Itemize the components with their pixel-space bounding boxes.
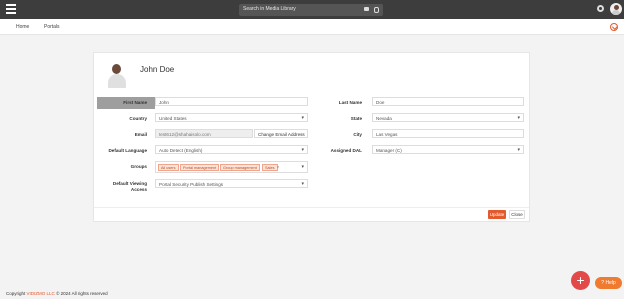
city-field[interactable]: Las Vegas — [372, 129, 524, 138]
microphone-icon[interactable] — [374, 7, 379, 13]
default-viewing-select[interactable]: Portal Security Publish Settings — [155, 179, 308, 188]
user-avatar[interactable] — [610, 3, 622, 15]
question-icon: ? — [601, 280, 605, 286]
top-bar: Search in Media Library — [0, 0, 624, 19]
chevron-down-icon[interactable]: ▾ — [301, 164, 304, 170]
footer-divider — [94, 207, 529, 208]
group-tag[interactable]: Group management — [220, 164, 260, 171]
help-button[interactable]: ? Help — [595, 277, 622, 289]
last-name-label: Last Name — [338, 100, 362, 105]
nav-home-link[interactable]: Home — [16, 24, 29, 30]
assigned-dal-label: Assigned DAL — [330, 148, 362, 153]
update-button[interactable]: Update — [488, 210, 506, 219]
chevron-down-icon[interactable] — [610, 23, 618, 31]
default-viewing-label: Default Viewing — [112, 181, 147, 186]
default-language-label: Default Language — [108, 148, 147, 153]
profile-card: John Doe First Name John Country United … — [93, 52, 530, 222]
email-label: Email — [134, 132, 147, 137]
default-language-select[interactable]: Auto Detect (English) — [155, 145, 308, 154]
change-email-button[interactable]: Change Email Address — [254, 129, 308, 138]
last-name-field[interactable]: Doe — [372, 97, 524, 106]
first-name-field[interactable]: John — [155, 97, 308, 106]
help-label: Help — [605, 280, 616, 286]
state-label: State — [350, 116, 362, 121]
city-label: City — [353, 132, 362, 137]
groups-multiselect[interactable]: All users Portal management Group manage… — [155, 161, 308, 173]
add-fab-button[interactable]: + — [571, 271, 590, 290]
assigned-dal-select[interactable]: Manager (C) — [372, 145, 524, 154]
profile-avatar — [106, 61, 128, 88]
first-name-label: First Name — [123, 100, 147, 105]
group-tag[interactable]: All users — [158, 164, 179, 171]
groups-label: Groups — [130, 164, 147, 169]
search-input[interactable]: Search in Media Library — [239, 4, 383, 16]
settings-icon[interactable] — [597, 5, 604, 12]
footer-copyright: Copyright VIDIZMO LLC © 2024 All rights … — [6, 291, 108, 296]
email-field: test612@shahaisolo.com — [155, 129, 253, 138]
breadcrumb-nav: Home Portals — [0, 19, 624, 35]
brand-link[interactable]: VIDIZMO LLC — [27, 291, 55, 296]
nav-portals-link[interactable]: Portals — [44, 24, 60, 30]
country-select[interactable]: United States — [155, 113, 308, 122]
copyright-prefix: Copyright — [6, 291, 26, 296]
copyright-suffix: © 2024 All rights reserved — [56, 291, 108, 296]
state-select[interactable]: Nevada — [372, 113, 524, 122]
search-placeholder: Search in Media Library — [243, 6, 296, 12]
remove-tag-icon[interactable]: × — [277, 164, 279, 169]
profile-name: John Doe — [140, 65, 175, 74]
default-viewing-label-line2: Access — [130, 187, 147, 192]
group-tag[interactable]: Portal management — [180, 164, 220, 171]
close-button[interactable]: Close — [509, 210, 525, 219]
chat-icon[interactable] — [364, 7, 369, 11]
country-label: Country — [129, 116, 147, 121]
group-tag[interactable]: Sales — [262, 164, 278, 171]
hamburger-menu-icon[interactable] — [6, 4, 16, 15]
